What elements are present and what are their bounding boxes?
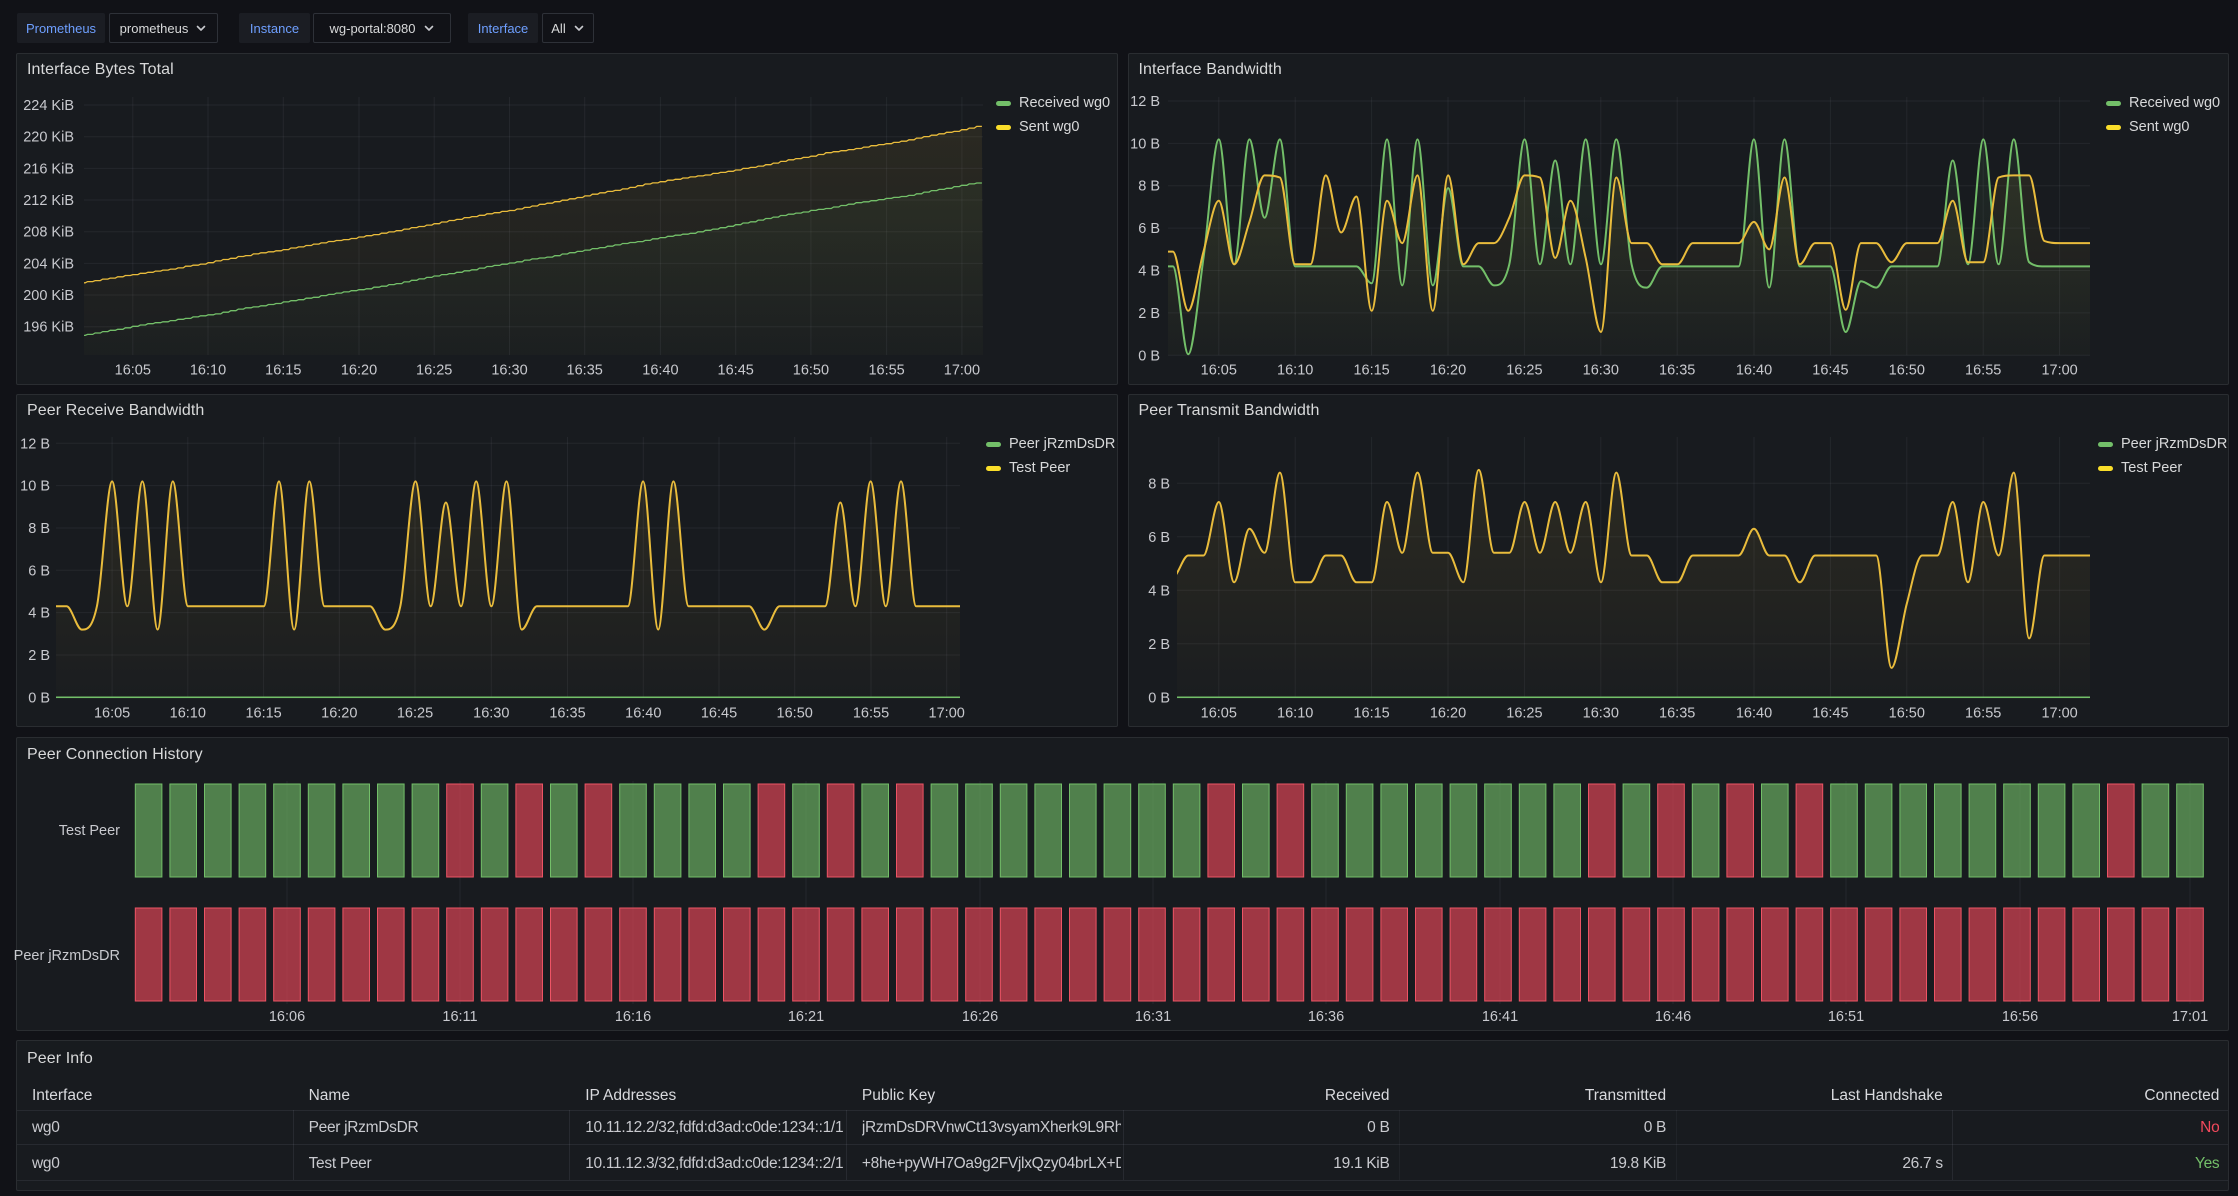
- svg-text:16:26: 16:26: [962, 1009, 998, 1025]
- svg-text:16:55: 16:55: [1965, 706, 2001, 722]
- svg-text:8 B: 8 B: [1148, 476, 1170, 492]
- svg-text:16:25: 16:25: [397, 706, 433, 722]
- svg-text:16:56: 16:56: [2002, 1009, 2038, 1025]
- svg-text:16:20: 16:20: [1430, 706, 1466, 722]
- svg-text:16:50: 16:50: [1889, 363, 1925, 379]
- svg-text:16:15: 16:15: [1353, 706, 1389, 722]
- svg-text:16:31: 16:31: [1135, 1009, 1171, 1025]
- svg-text:6 B: 6 B: [1138, 221, 1160, 237]
- svg-text:220 KiB: 220 KiB: [23, 130, 74, 146]
- svg-text:16:51: 16:51: [1828, 1009, 1864, 1025]
- svg-text:16:41: 16:41: [1482, 1009, 1518, 1025]
- svg-text:16:40: 16:40: [625, 706, 661, 722]
- svg-text:10 B: 10 B: [20, 479, 50, 495]
- svg-text:16:35: 16:35: [549, 706, 585, 722]
- svg-text:2 B: 2 B: [1138, 306, 1160, 322]
- svg-text:2 B: 2 B: [28, 648, 50, 664]
- svg-text:16:25: 16:25: [1506, 363, 1542, 379]
- svg-text:0 B: 0 B: [1148, 690, 1170, 706]
- svg-text:16:45: 16:45: [1812, 706, 1848, 722]
- svg-text:2 B: 2 B: [1148, 637, 1170, 653]
- svg-text:16:40: 16:40: [642, 363, 678, 379]
- svg-text:4 B: 4 B: [1138, 264, 1160, 280]
- svg-text:17:00: 17:00: [2041, 706, 2077, 722]
- svg-text:16:30: 16:30: [1583, 363, 1619, 379]
- svg-text:4 B: 4 B: [1148, 583, 1170, 599]
- svg-text:16:05: 16:05: [1201, 706, 1237, 722]
- svg-text:16:30: 16:30: [1583, 706, 1619, 722]
- svg-text:196 KiB: 196 KiB: [23, 320, 74, 336]
- svg-text:17:00: 17:00: [2041, 363, 2077, 379]
- svg-text:8 B: 8 B: [1138, 179, 1160, 195]
- svg-text:208 KiB: 208 KiB: [23, 225, 74, 241]
- svg-text:16:05: 16:05: [115, 363, 151, 379]
- svg-text:16:40: 16:40: [1736, 706, 1772, 722]
- svg-text:16:50: 16:50: [793, 363, 829, 379]
- svg-text:17:00: 17:00: [929, 706, 965, 722]
- svg-text:16:45: 16:45: [701, 706, 737, 722]
- svg-text:Test Peer: Test Peer: [59, 823, 120, 839]
- svg-text:16:35: 16:35: [1659, 363, 1695, 379]
- svg-text:16:36: 16:36: [1308, 1009, 1344, 1025]
- svg-text:16:10: 16:10: [190, 363, 226, 379]
- svg-text:12 B: 12 B: [20, 436, 50, 452]
- svg-text:10 B: 10 B: [1130, 136, 1160, 152]
- svg-text:8 B: 8 B: [28, 521, 50, 537]
- svg-text:16:46: 16:46: [1655, 1009, 1691, 1025]
- svg-text:16:20: 16:20: [1430, 363, 1466, 379]
- svg-text:16:05: 16:05: [94, 706, 130, 722]
- svg-text:16:35: 16:35: [1659, 706, 1695, 722]
- svg-text:16:30: 16:30: [473, 706, 509, 722]
- svg-text:224 KiB: 224 KiB: [23, 98, 74, 114]
- svg-text:16:15: 16:15: [1353, 363, 1389, 379]
- svg-text:16:25: 16:25: [416, 363, 452, 379]
- svg-text:16:25: 16:25: [1506, 706, 1542, 722]
- svg-text:Peer jRzmDsDR: Peer jRzmDsDR: [14, 948, 120, 964]
- svg-text:0 B: 0 B: [28, 690, 50, 706]
- svg-text:216 KiB: 216 KiB: [23, 161, 74, 177]
- svg-text:16:15: 16:15: [265, 363, 301, 379]
- svg-text:12 B: 12 B: [1130, 94, 1160, 110]
- svg-text:16:40: 16:40: [1736, 363, 1772, 379]
- svg-text:16:45: 16:45: [718, 363, 754, 379]
- svg-text:16:55: 16:55: [1965, 363, 2001, 379]
- svg-text:0 B: 0 B: [1138, 348, 1160, 364]
- svg-text:4 B: 4 B: [28, 606, 50, 622]
- svg-text:17:00: 17:00: [944, 363, 980, 379]
- svg-text:16:50: 16:50: [777, 706, 813, 722]
- svg-text:16:45: 16:45: [1812, 363, 1848, 379]
- svg-text:16:16: 16:16: [615, 1009, 651, 1025]
- svg-text:17:01: 17:01: [2172, 1009, 2208, 1025]
- svg-text:16:15: 16:15: [245, 706, 281, 722]
- svg-text:16:06: 16:06: [269, 1009, 305, 1025]
- svg-text:16:21: 16:21: [788, 1009, 824, 1025]
- svg-text:16:30: 16:30: [491, 363, 527, 379]
- svg-text:16:10: 16:10: [1277, 706, 1313, 722]
- svg-text:200 KiB: 200 KiB: [23, 288, 74, 304]
- svg-text:16:55: 16:55: [868, 363, 904, 379]
- svg-text:16:20: 16:20: [321, 706, 357, 722]
- svg-text:16:35: 16:35: [567, 363, 603, 379]
- svg-text:6 B: 6 B: [28, 563, 50, 579]
- svg-text:16:50: 16:50: [1889, 706, 1925, 722]
- svg-text:16:05: 16:05: [1201, 363, 1237, 379]
- svg-text:204 KiB: 204 KiB: [23, 256, 74, 272]
- svg-text:16:55: 16:55: [853, 706, 889, 722]
- svg-text:212 KiB: 212 KiB: [23, 193, 74, 209]
- svg-text:16:10: 16:10: [170, 706, 206, 722]
- svg-text:16:20: 16:20: [341, 363, 377, 379]
- svg-text:16:10: 16:10: [1277, 363, 1313, 379]
- svg-text:16:11: 16:11: [442, 1009, 477, 1025]
- svg-text:6 B: 6 B: [1148, 530, 1170, 546]
